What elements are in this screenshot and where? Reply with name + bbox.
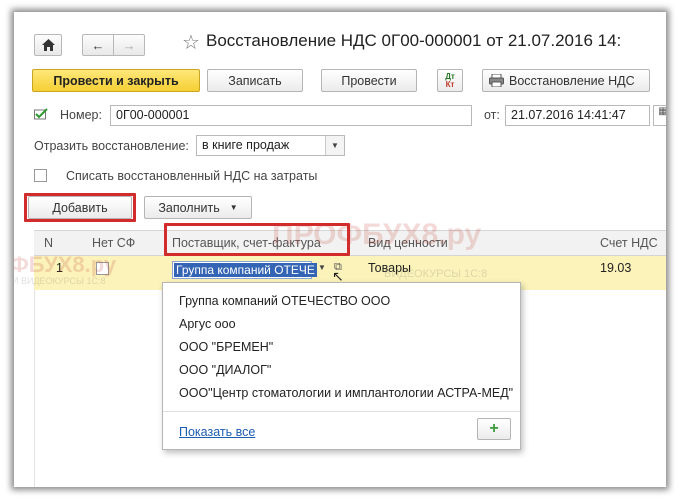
column-value-type[interactable]: Вид ценности	[368, 236, 448, 250]
column-vat-account[interactable]: Счет НДС	[600, 236, 658, 250]
back-button[interactable]: ←	[82, 34, 114, 56]
row-vat-account[interactable]: 19.03	[600, 261, 631, 275]
row-value-type[interactable]: Товары	[368, 261, 411, 275]
dropdown-item[interactable]: Аргус ооо	[179, 317, 236, 331]
fill-button-label: Заполнить	[158, 200, 220, 215]
print-vat-recovery-label: Восстановление НДС	[509, 73, 635, 88]
fill-button[interactable]: Заполнить ▼	[144, 196, 252, 219]
reflect-recovery-value: в книге продаж	[202, 138, 290, 152]
dropdown-item[interactable]: ООО "БРЕМЕН"	[179, 340, 273, 354]
row-number: 1	[56, 261, 63, 275]
favorite-star-icon[interactable]: ☆	[182, 30, 200, 55]
dropdown-item[interactable]: ООО"Центр стоматологии и имплантологии А…	[179, 386, 513, 400]
writeoff-checkbox[interactable]	[34, 169, 47, 182]
home-icon	[41, 39, 55, 51]
reflect-recovery-select[interactable]: в книге продаж ▼	[196, 135, 345, 156]
add-supplier-button[interactable]: +	[477, 418, 511, 440]
number-label: Номер:	[60, 108, 102, 122]
arrow-left-icon: ←	[91, 37, 105, 53]
caret-down-icon: ▼	[229, 203, 238, 212]
supplier-dropdown: Группа компаний ОТЕЧЕСТВО ООО Аргус ооо …	[162, 282, 521, 450]
printer-icon	[489, 74, 504, 87]
app-window: ← → ☆ Восстановление НДС 0Г00-000001 от …	[14, 12, 666, 487]
posted-check-icon	[34, 108, 48, 120]
calendar-icon: ▦	[654, 106, 666, 117]
date-label: от:	[484, 108, 500, 122]
table-header: N Нет СФ Поставщик, счет-фактура Вид цен…	[34, 230, 666, 256]
post-and-close-button[interactable]: Провести и закрыть	[32, 69, 200, 92]
save-button[interactable]: Записать	[207, 69, 303, 92]
row-no-invoice-checkbox[interactable]	[96, 262, 109, 275]
highlight-frame-add	[24, 193, 136, 222]
kt-label: Кт	[445, 79, 455, 89]
dt-kt-button[interactable]: Дт Кт	[437, 69, 463, 92]
calendar-button[interactable]: ▦	[653, 105, 666, 126]
dropdown-item[interactable]: Группа компаний ОТЕЧЕСТВО ООО	[179, 294, 390, 308]
print-vat-recovery-button[interactable]: Восстановление НДС	[482, 69, 650, 92]
plus-icon: +	[489, 420, 499, 437]
reflect-recovery-label: Отразить восстановление:	[34, 139, 189, 153]
writeoff-label: Списать восстановленный НДС на затраты	[66, 169, 318, 183]
window-title: Восстановление НДС 0Г00-000001 от 21.07.…	[206, 31, 622, 50]
supplier-dropdown-arrow-icon[interactable]: ▼	[318, 263, 326, 272]
forward-button[interactable]: →	[113, 34, 145, 56]
column-no-invoice[interactable]: Нет СФ	[92, 236, 135, 250]
show-all-link[interactable]: Показать все	[179, 425, 255, 439]
supplier-input-value: Группа компаний ОТЕЧЕ	[174, 263, 317, 277]
column-n[interactable]: N	[44, 236, 53, 250]
dropdown-item[interactable]: ООО "ДИАЛОГ"	[179, 363, 271, 377]
dropdown-divider	[163, 411, 520, 412]
post-button[interactable]: Провести	[321, 69, 417, 92]
supplier-input[interactable]: Группа компаний ОТЕЧЕ	[172, 261, 317, 279]
home-button[interactable]	[34, 34, 62, 56]
arrow-right-icon: →	[122, 37, 136, 53]
highlight-frame-supplier	[164, 223, 350, 256]
date-field[interactable]: 21.07.2016 14:41:47	[505, 105, 650, 126]
chevron-down-icon[interactable]: ▼	[325, 136, 344, 155]
number-field[interactable]: 0Г00-000001	[110, 105, 472, 126]
